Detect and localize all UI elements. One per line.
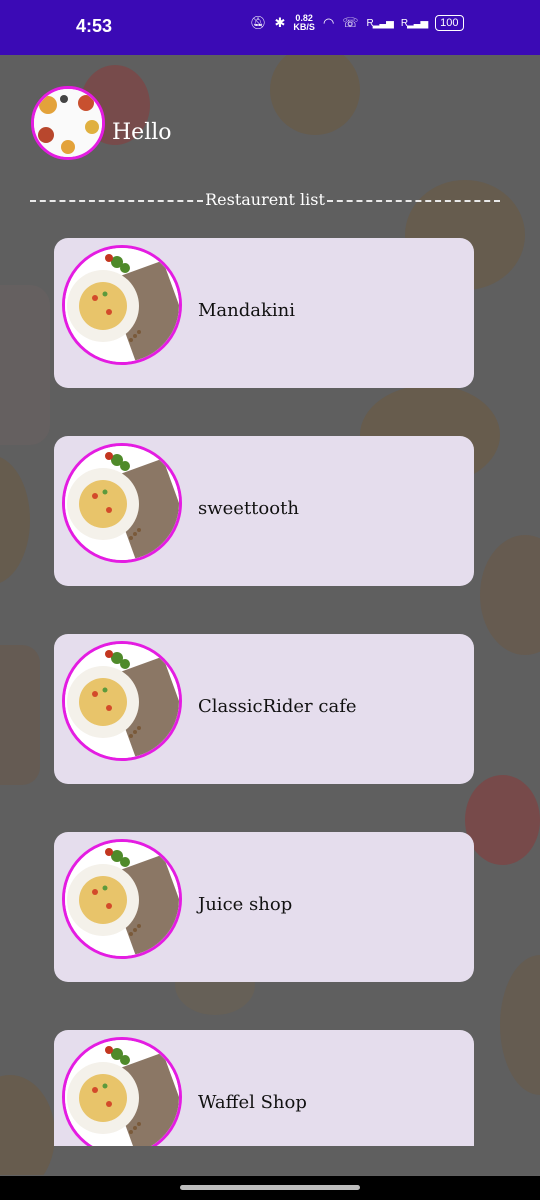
signal-icon: R▂▃▅ <box>400 17 428 29</box>
restaurant-name: Juice shop <box>198 894 293 915</box>
status-time: 4:53 <box>76 16 113 36</box>
battery-icon: 100 <box>435 15 464 31</box>
restaurant-thumbnail <box>62 641 182 761</box>
restaurant-list-heading: Restaurent list <box>30 190 500 209</box>
restaurant-thumbnail <box>62 245 182 365</box>
status-bar: 4:53 🔕︎ ✱ 0.82 KB/S ◠ ☏ R▂▃▅ R▂▃▅ 100 <box>0 0 540 55</box>
pasta-dish-image <box>65 644 179 758</box>
restaurant-card[interactable]: ClassicRider cafe <box>54 634 474 784</box>
burger-doodle <box>480 535 540 655</box>
list-title: Restaurent list <box>205 190 325 209</box>
avatar-image <box>34 89 102 157</box>
pasta-dish-image <box>65 446 179 560</box>
drink-doodle <box>270 55 360 135</box>
restaurant-card[interactable]: Mandakini <box>54 238 474 388</box>
pasta-dish-image <box>65 842 179 956</box>
pasta-dish-image <box>65 248 179 362</box>
restaurant-thumbnail <box>62 839 182 959</box>
mute-icon: 🔕︎ <box>250 15 267 30</box>
greeting-text: Hello <box>112 120 172 145</box>
status-icons: 🔕︎ ✱ 0.82 KB/S ◠ ☏ R▂▃▅ R▂▃▅ 100 <box>250 14 464 32</box>
restaurant-name: Waffel Shop <box>198 1092 307 1113</box>
system-nav-bar <box>0 1176 540 1200</box>
restaurant-card[interactable]: Waffel Shop <box>54 1030 474 1146</box>
restaurant-list[interactable]: Mandakini sweettooth ClassicRider cafe J… <box>54 238 474 1146</box>
restaurant-name: Mandakini <box>198 300 296 321</box>
restaurant-thumbnail <box>62 1037 182 1146</box>
cup-doodle <box>0 285 50 445</box>
network-speed: 0.82 KB/S <box>293 14 315 32</box>
restaurant-card[interactable]: sweettooth <box>54 436 474 586</box>
restaurant-thumbnail <box>62 443 182 563</box>
cookie-doodle <box>0 455 30 585</box>
home-gesture-handle[interactable] <box>180 1185 360 1190</box>
bluetooth-icon: ✱ <box>274 15 286 30</box>
signal-icon: R▂▃▅ <box>366 17 394 29</box>
wifi-icon: ◠ <box>322 15 335 30</box>
cookie-doodle <box>500 955 540 1095</box>
cookie-doodle <box>0 1075 55 1175</box>
divider-line <box>326 199 500 202</box>
volte-icon: ☏ <box>342 15 359 30</box>
battery-level: 100 <box>440 17 459 29</box>
restaurant-name: sweettooth <box>198 498 299 519</box>
restaurant-name: ClassicRider cafe <box>198 696 357 717</box>
divider-line <box>30 199 204 202</box>
speed-unit: KB/S <box>293 22 315 32</box>
profile-avatar[interactable] <box>31 86 105 160</box>
cup-doodle <box>0 645 40 785</box>
restaurant-card[interactable]: Juice shop <box>54 832 474 982</box>
pasta-dish-image <box>65 1040 179 1146</box>
strawberry-doodle <box>465 775 540 865</box>
